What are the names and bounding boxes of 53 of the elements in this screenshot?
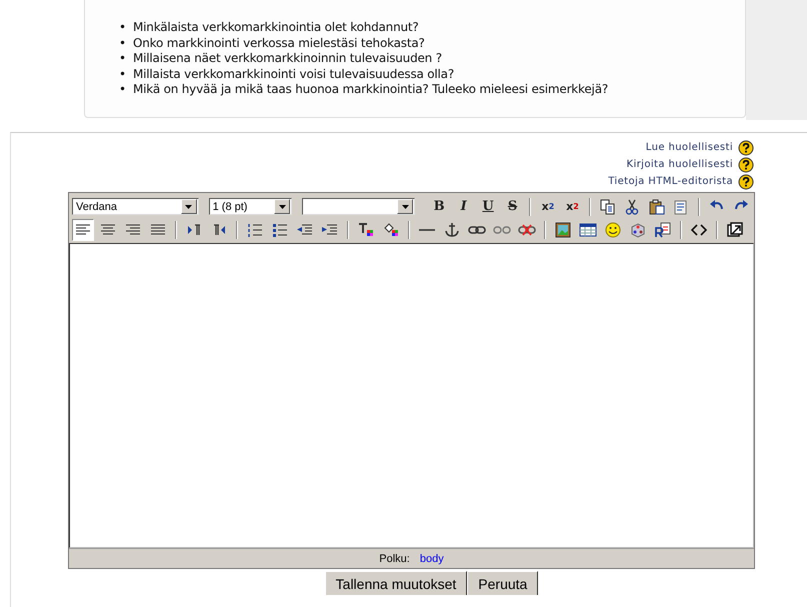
help-icon[interactable] — [738, 174, 754, 190]
strike-button[interactable]: S — [502, 196, 524, 218]
justify-icon — [149, 222, 167, 238]
bullet-marker: • — [119, 82, 127, 98]
copy-icon — [598, 198, 617, 214]
help-link[interactable]: Lue huolellisesti — [646, 142, 733, 153]
question-item: Minkälaista verkkomarkkinointia olet kohdannut? — [133, 20, 419, 36]
question-item: Millaisena näet verkkomarkkinoinnin tulevaisuuden ? — [133, 51, 442, 66]
paste-icon — [648, 198, 666, 214]
bullet-marker: • — [119, 51, 127, 66]
smiley-icon — [604, 222, 622, 238]
anchor-icon — [443, 222, 461, 238]
save-button[interactable]: Tallenna muutokset — [324, 571, 468, 595]
question-item: Onko markkinointi verkossa mielestäsi tehokasta? — [133, 36, 425, 51]
help-icon[interactable] — [738, 140, 754, 156]
align-left-button[interactable] — [72, 218, 94, 240]
text-color-icon — [357, 222, 375, 238]
bg-color-icon — [382, 222, 400, 238]
size-select[interactable]: 1 (8 pt) — [208, 198, 292, 215]
path-link[interactable]: body — [420, 552, 444, 564]
question-item: Millaista verkkomarkkinointi voisi tulevaisuudessa olla? — [133, 66, 454, 82]
dropdown-arrow-icon — [278, 204, 286, 208]
question-item: Mikä on hyvää ja mikä taas huonoa markkinointia? Tuleeko mieleesi esimerkkejä? — [133, 82, 608, 98]
help-link[interactable]: Kirjoita huolellisesti — [626, 159, 733, 170]
dropdown-arrow-icon — [402, 204, 409, 208]
bullet-marker: • — [119, 20, 127, 36]
underline-button[interactable]: U — [477, 196, 499, 218]
superscript-button[interactable]: x$^{2}$ — [562, 196, 584, 218]
fullscreen-icon — [726, 222, 744, 238]
font-select[interactable]: Verdana — [72, 198, 199, 215]
source-icon — [690, 222, 708, 238]
table-icon — [579, 222, 597, 238]
ltr-icon — [185, 222, 203, 238]
cancel-button[interactable]: Peruuta — [467, 571, 538, 595]
bold-button[interactable]: B — [428, 196, 450, 218]
rule-icon — [418, 228, 436, 230]
bullet-marker: • — [119, 66, 127, 82]
path-label: Polku: — [379, 552, 410, 564]
align-center-icon — [99, 222, 117, 238]
help-link[interactable]: Tietoja HTML-editorista — [608, 176, 733, 187]
italic-button[interactable]: I — [452, 196, 474, 218]
ordered-list-icon — [246, 222, 264, 238]
format-select[interactable] — [302, 198, 416, 215]
align-left-icon — [74, 222, 92, 238]
unordered-list-icon — [271, 222, 289, 238]
help-icon[interactable] — [738, 156, 754, 172]
nolink-icon — [518, 222, 536, 238]
bullet-marker: • — [119, 36, 127, 51]
image-icon — [554, 222, 572, 238]
dropdown-arrow-icon — [185, 204, 192, 208]
align-right-icon — [124, 222, 142, 238]
indent-icon — [321, 222, 339, 238]
outdent-icon — [296, 222, 314, 238]
